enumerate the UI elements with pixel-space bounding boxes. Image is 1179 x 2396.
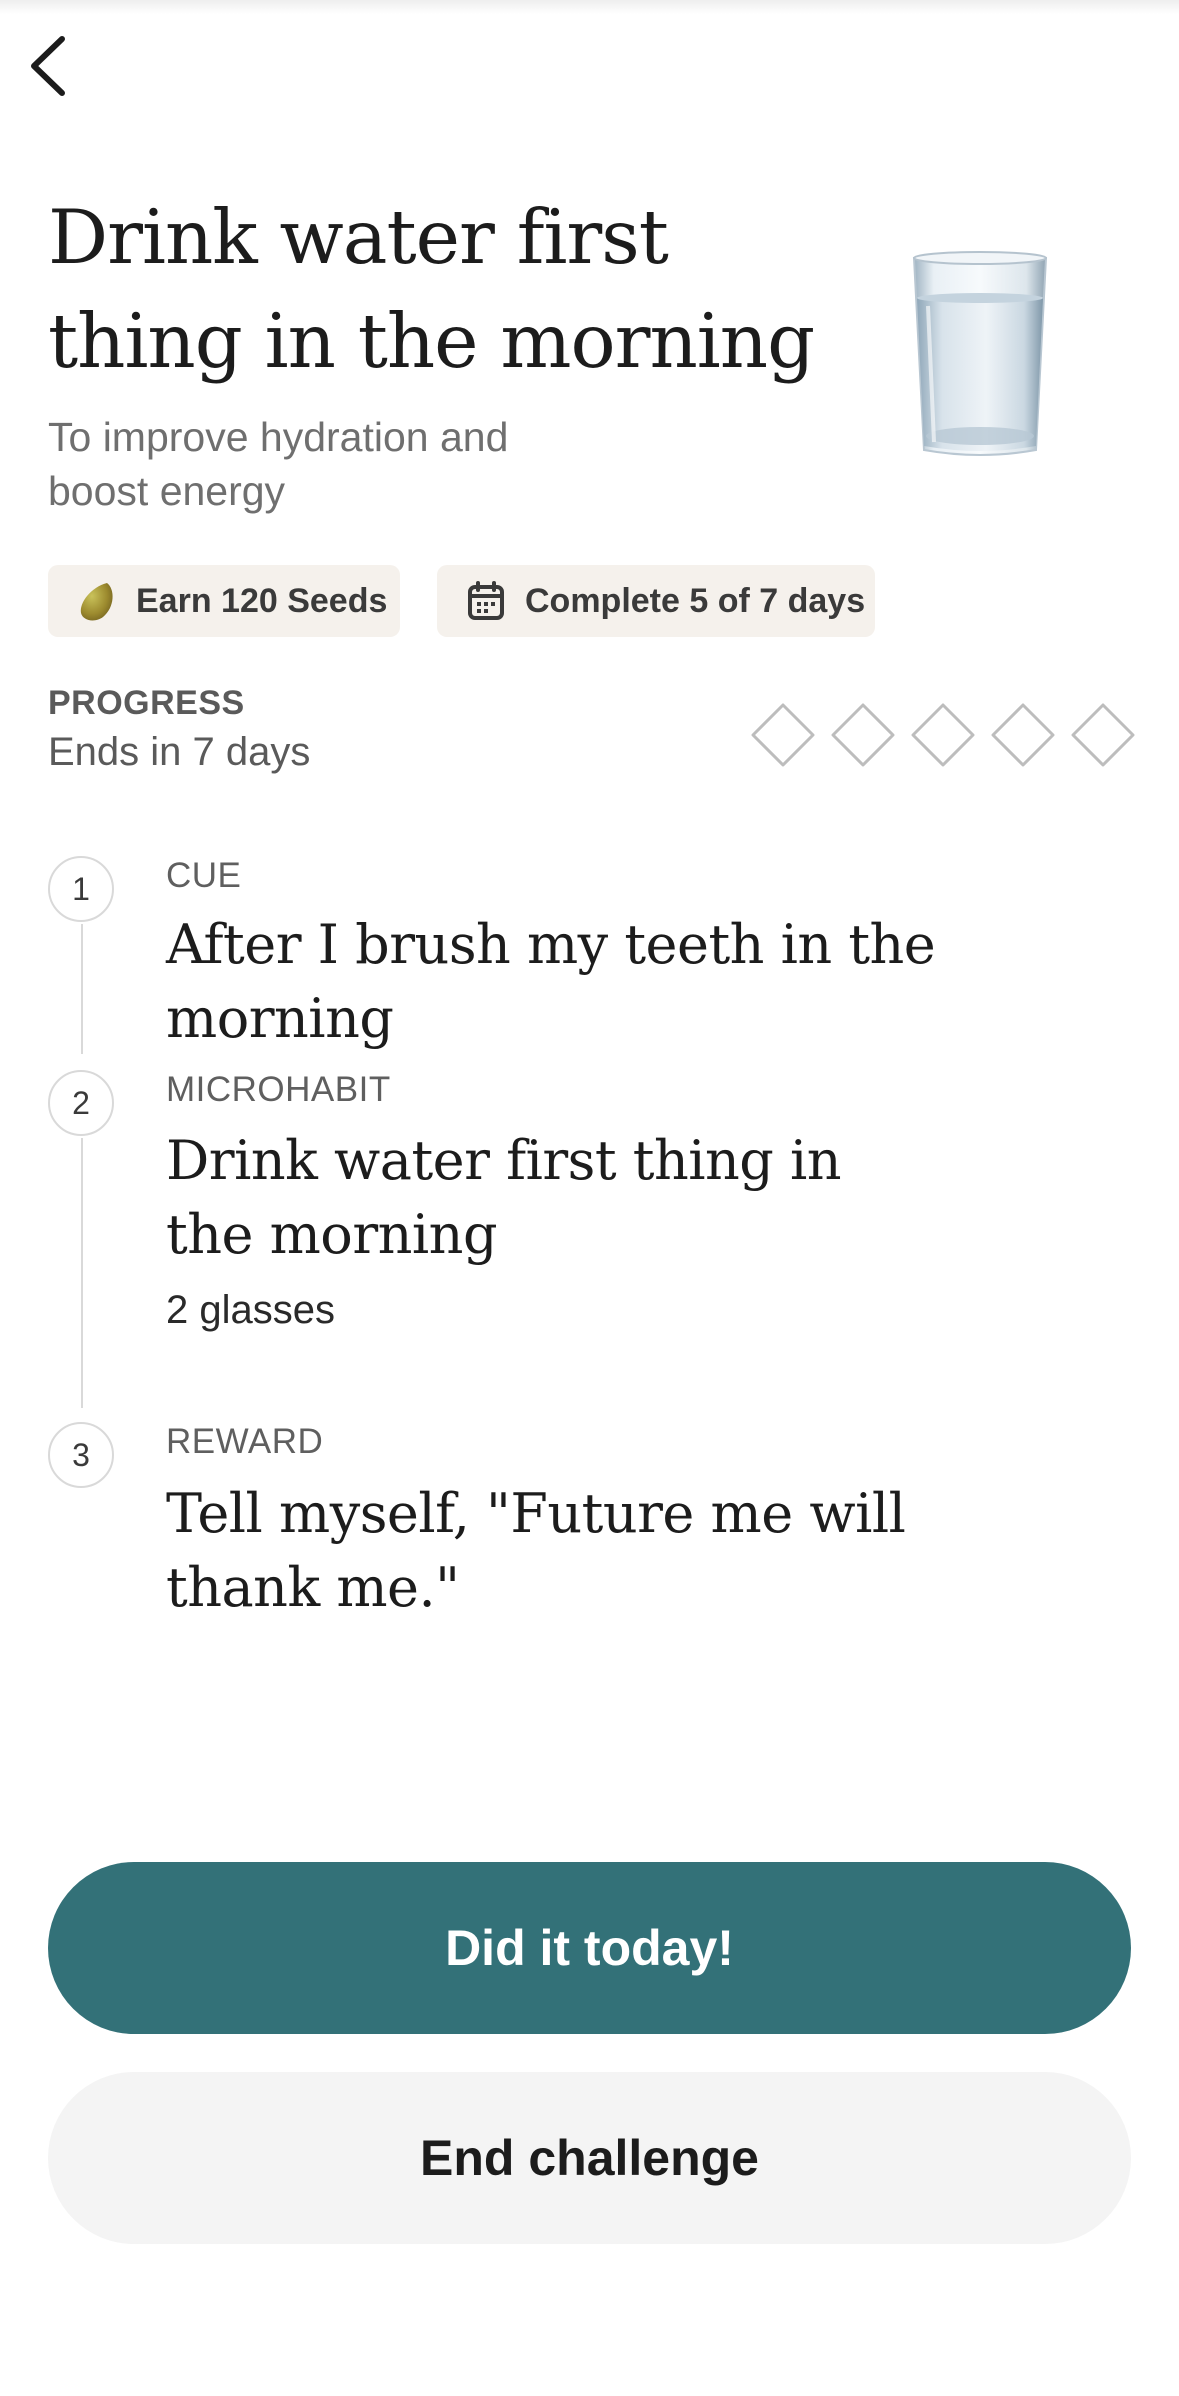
seeds-badge-label: Earn 120 Seeds <box>136 581 388 620</box>
progress-diamond-icon <box>991 703 1055 767</box>
days-badge-label: Complete 5 of 7 days <box>525 581 866 620</box>
step-text-cue: After I brush my teeth in the morning <box>166 913 936 1050</box>
step-label-reward: REWARD <box>166 1422 324 1461</box>
step-number-1: 1 <box>48 856 114 922</box>
step-text-microhabit: Drink water first thing in the morning <box>166 1129 842 1266</box>
page-subtitle: To improve hydration and boost energy <box>48 414 509 514</box>
seed-icon <box>74 578 120 624</box>
chevron-left-icon <box>31 36 65 96</box>
progress-diamond-icon <box>1071 703 1135 767</box>
calendar-icon <box>463 578 509 624</box>
progress-diamond-icon <box>831 703 895 767</box>
page-title: Drink water first thing in the morning <box>48 193 815 385</box>
progress-ends-text: Ends in 7 days <box>48 730 311 774</box>
step-connector <box>81 1138 83 1408</box>
step-text-reward: Tell myself, "Future me will thank me." <box>166 1482 906 1619</box>
step-number-3: 3 <box>48 1422 114 1488</box>
progress-diamonds <box>748 700 1138 770</box>
days-badge: Complete 5 of 7 days <box>437 565 875 637</box>
status-bar-shadow <box>0 0 1179 14</box>
step-label-cue: CUE <box>166 856 242 895</box>
progress-diamond-icon <box>911 703 975 767</box>
did-it-today-button[interactable]: Did it today! <box>48 1862 1131 2034</box>
step-number-2: 2 <box>48 1070 114 1136</box>
end-challenge-button[interactable]: End challenge <box>48 2072 1131 2244</box>
progress-heading: PROGRESS <box>48 684 245 722</box>
step-connector <box>81 924 83 1054</box>
step-detail-microhabit: 2 glasses <box>166 1288 335 1332</box>
back-button[interactable] <box>16 28 80 104</box>
progress-diamond-icon <box>751 703 815 767</box>
water-glass-icon <box>912 251 1048 456</box>
seeds-badge: Earn 120 Seeds <box>48 565 400 637</box>
step-label-microhabit: MICROHABIT <box>166 1070 391 1109</box>
